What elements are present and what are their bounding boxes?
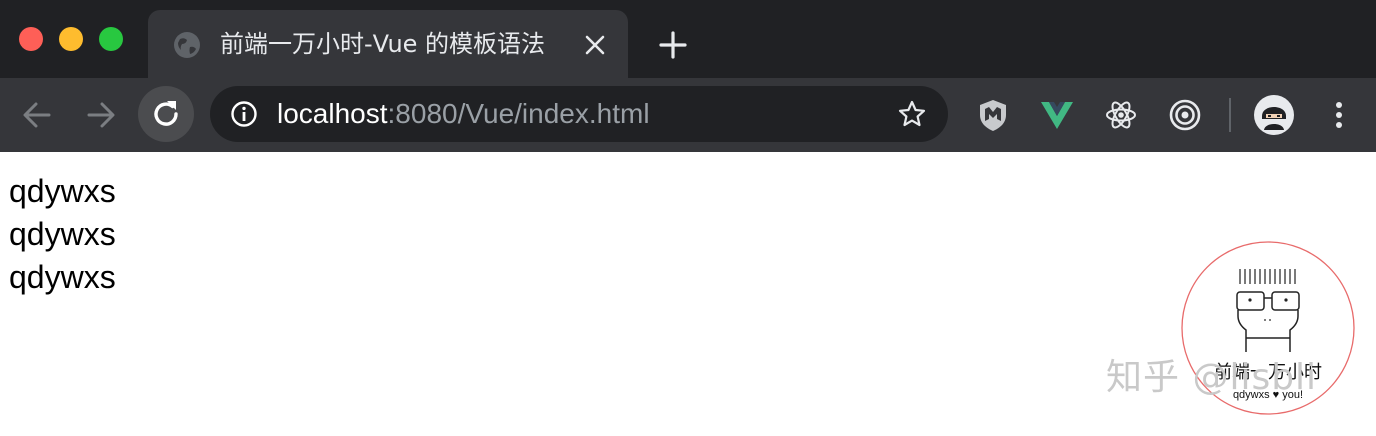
- reload-icon: [154, 101, 178, 126]
- tab-title: 前端一万小时-Vue 的模板语法: [220, 30, 546, 58]
- url-text[interactable]: localhost:8080/Vue/index.html: [277, 97, 650, 131]
- text-line: qdywxs: [9, 216, 116, 252]
- back-arrow-icon[interactable]: [18, 96, 56, 134]
- profile-avatar-icon[interactable]: [1253, 94, 1295, 136]
- page-content: qdywxs qdywxs qdywxs 前端一万小时 qdywxs ♥ you…: [0, 152, 1376, 436]
- info-icon[interactable]: [230, 100, 258, 128]
- browser-tab[interactable]: 前端一万小时-Vue 的模板语法: [148, 10, 628, 78]
- minimize-window-button[interactable]: [59, 27, 83, 51]
- browser-toolbar: localhost:8080/Vue/index.html: [0, 78, 1376, 152]
- address-bar[interactable]: localhost:8080/Vue/index.html: [210, 86, 948, 142]
- text-line: qdywxs: [9, 259, 116, 295]
- target-icon[interactable]: [1167, 97, 1203, 133]
- close-window-button[interactable]: [19, 27, 43, 51]
- close-tab-icon[interactable]: [582, 32, 608, 58]
- reload-button[interactable]: [138, 86, 194, 142]
- watermark: 知乎 @lisbli: [1106, 357, 1318, 398]
- new-tab-icon[interactable]: [656, 28, 690, 62]
- mcafee-shield-icon[interactable]: [975, 97, 1011, 133]
- url-host: localhost: [277, 98, 388, 129]
- toolbar-divider: [1229, 98, 1231, 132]
- url-path: :8080/Vue/index.html: [387, 98, 650, 129]
- react-devtools-icon[interactable]: [1103, 97, 1139, 133]
- text-line: qdywxs: [9, 173, 116, 209]
- forward-arrow-icon[interactable]: [82, 96, 120, 134]
- more-menu-icon[interactable]: [1326, 97, 1352, 133]
- zoom-window-button[interactable]: [99, 27, 123, 51]
- vue-devtools-icon[interactable]: [1039, 97, 1075, 133]
- browser-titlebar: 前端一万小时-Vue 的模板语法: [0, 0, 1376, 78]
- globe-icon: [174, 32, 200, 58]
- bookmark-star-icon[interactable]: [897, 99, 927, 129]
